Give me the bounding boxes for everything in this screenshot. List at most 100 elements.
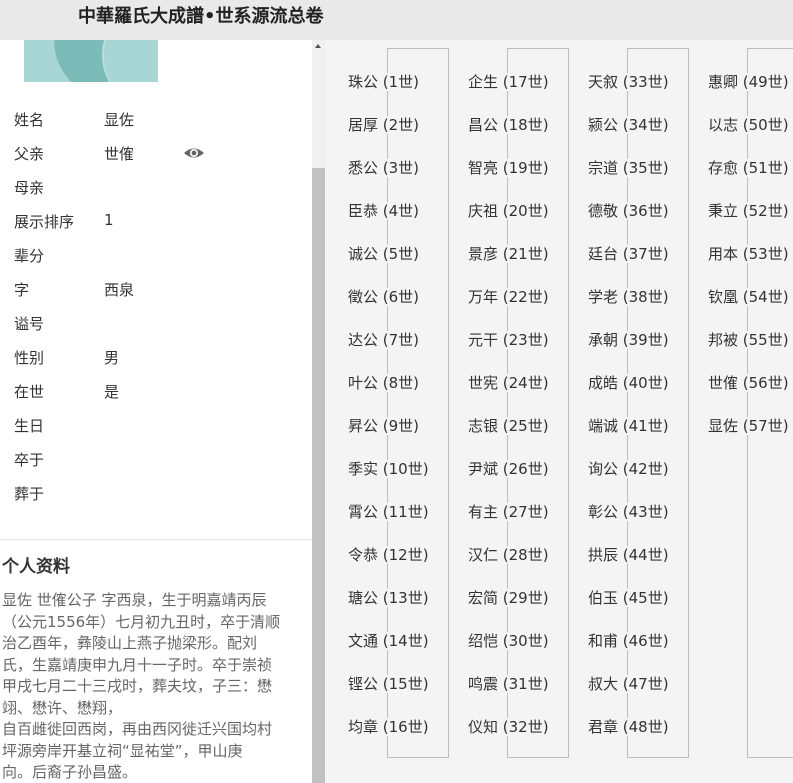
generation-link[interactable]: 宗道 (35世): [587, 157, 670, 178]
generation-label: 景彦 (21世): [467, 245, 550, 263]
field-label: 谥号: [14, 315, 45, 333]
field-label: 字: [14, 281, 30, 299]
generation-link[interactable]: 和甫 (46世): [587, 630, 670, 651]
field-value: 是: [104, 383, 120, 401]
generation-link[interactable]: 成皓 (40世): [587, 372, 670, 393]
generation-link[interactable]: 景彦 (21世): [467, 243, 550, 264]
bio-line: 向。后裔子孙昌盛。: [2, 763, 138, 781]
generation-label: 宗道 (35世): [587, 159, 670, 177]
generation-link[interactable]: 均章 (16世): [347, 716, 430, 737]
scroll-up-arrow-icon[interactable]: [315, 44, 321, 48]
lineage-column-frame: [747, 48, 793, 758]
generation-label: 君章 (48世): [587, 718, 670, 736]
bio-line: 氏，生嘉靖庚申九月十一子时。卒于崇祯: [2, 655, 273, 674]
divider: [0, 539, 312, 540]
generation-link[interactable]: 端诚 (41世): [587, 415, 670, 436]
scroll-thumb[interactable]: [312, 168, 325, 783]
generation-link[interactable]: 昌公 (18世): [467, 114, 550, 135]
generation-link[interactable]: 以志 (50世): [707, 114, 790, 135]
generation-link[interactable]: 君章 (48世): [587, 716, 670, 737]
generation-link[interactable]: 悉公 (3世): [347, 157, 421, 178]
generation-link[interactable]: 智亮 (19世): [467, 157, 550, 178]
generation-link[interactable]: 珠公 (1世): [347, 71, 421, 92]
lineage-column-frame: [507, 48, 569, 758]
profile-field-row: 葬于: [14, 483, 304, 511]
generation-link[interactable]: 彰公 (43世): [587, 501, 670, 522]
generation-label: 庆祖 (20世): [467, 202, 550, 220]
generation-link[interactable]: 文通 (14世): [347, 630, 430, 651]
generation-link[interactable]: 存愈 (51世): [707, 157, 790, 178]
generation-label: 用本 (53世): [707, 245, 790, 263]
generation-label: 季实 (10世): [347, 460, 430, 478]
generation-link[interactable]: 秉立 (52世): [707, 200, 790, 221]
generation-label: 邦被 (55世): [707, 331, 790, 349]
generation-link[interactable]: 令恭 (12世): [347, 544, 430, 565]
generation-link[interactable]: 达公 (7世): [347, 329, 421, 350]
field-label: 父亲: [14, 145, 45, 163]
generation-link[interactable]: 臣恭 (4世): [347, 200, 421, 221]
generation-link[interactable]: 元干 (23世): [467, 329, 550, 350]
generation-link[interactable]: 昇公 (9世): [347, 415, 421, 436]
generation-label: 世宪 (24世): [467, 374, 550, 392]
generation-link[interactable]: 绍恺 (30世): [467, 630, 550, 651]
generation-label: 企生 (17世): [467, 73, 550, 91]
avatar: [24, 40, 158, 82]
scrollbar[interactable]: [312, 40, 325, 783]
generation-label: 万年 (22世): [467, 288, 550, 306]
profile-field-row: 卒于: [14, 449, 304, 477]
generation-label: 诚公 (5世): [347, 245, 421, 263]
generation-link[interactable]: 汉仁 (28世): [467, 544, 550, 565]
generation-label: 存愈 (51世): [707, 159, 790, 177]
generation-link[interactable]: 铿公 (15世): [347, 673, 430, 694]
generation-link[interactable]: 诚公 (5世): [347, 243, 421, 264]
generation-link[interactable]: 宏简 (29世): [467, 587, 550, 608]
generation-link[interactable]: 邦被 (55世): [707, 329, 790, 350]
generation-link[interactable]: 有主 (27世): [467, 501, 550, 522]
generation-link[interactable]: 拱辰 (44世): [587, 544, 670, 565]
generation-link[interactable]: 叔大 (47世): [587, 673, 670, 694]
generation-link[interactable]: 季实 (10世): [347, 458, 430, 479]
generation-link[interactable]: 尹斌 (26世): [467, 458, 550, 479]
generation-link[interactable]: 霄公 (11世): [347, 501, 430, 522]
generation-link[interactable]: 伯玉 (45世): [587, 587, 670, 608]
generation-link[interactable]: 世宪 (24世): [467, 372, 550, 393]
generation-link[interactable]: 世傕 (56世): [707, 372, 790, 393]
generation-label: 霄公 (11世): [347, 503, 430, 521]
generation-link[interactable]: 显佐 (57世): [707, 415, 790, 436]
generation-label: 智亮 (19世): [467, 159, 550, 177]
generation-link[interactable]: 钦凰 (54世): [707, 286, 790, 307]
generation-link[interactable]: 用本 (53世): [707, 243, 790, 264]
generation-link[interactable]: 仪知 (32世): [467, 716, 550, 737]
generation-link[interactable]: 学老 (38世): [587, 286, 670, 307]
generation-label: 徵公 (6世): [347, 288, 421, 306]
generation-link[interactable]: 志银 (25世): [467, 415, 550, 436]
generation-link[interactable]: 徵公 (6世): [347, 286, 421, 307]
profile-panel: 姓名 显佐 父亲 世傕 母亲 展示排序 1 辈分字西泉 谥号 性别男在世是生日 卒于 葬于 个人资料 …: [0, 40, 312, 783]
generation-label: 廷台 (37世): [587, 245, 670, 263]
eye-icon[interactable]: [183, 145, 205, 161]
generation-label: 和甫 (46世): [587, 632, 670, 650]
generation-link[interactable]: 瑭公 (13世): [347, 587, 430, 608]
generation-link[interactable]: 德敬 (36世): [587, 200, 670, 221]
generation-link[interactable]: 万年 (22世): [467, 286, 550, 307]
generation-label: 承朝 (39世): [587, 331, 670, 349]
bio-line: （公元1556年）七月初九丑时，卒于清顺: [2, 612, 281, 631]
generation-link[interactable]: 询公 (42世): [587, 458, 670, 479]
generation-label: 拱辰 (44世): [587, 546, 670, 564]
generation-label: 汉仁 (28世): [467, 546, 550, 564]
generation-link[interactable]: 承朝 (39世): [587, 329, 670, 350]
lineage-column-frame: [387, 48, 449, 758]
generation-label: 志银 (25世): [467, 417, 550, 435]
generation-link[interactable]: 企生 (17世): [467, 71, 550, 92]
generation-label: 成皓 (40世): [587, 374, 670, 392]
generation-link[interactable]: 庆祖 (20世): [467, 200, 550, 221]
generation-link[interactable]: 叶公 (8世): [347, 372, 421, 393]
generation-link[interactable]: 居厚 (2世): [347, 114, 421, 135]
generation-link[interactable]: 廷台 (37世): [587, 243, 670, 264]
generation-link[interactable]: 颍公 (34世): [587, 114, 670, 135]
profile-field-row: 生日: [14, 415, 304, 443]
generation-link[interactable]: 鸣震 (31世): [467, 673, 550, 694]
generation-link[interactable]: 天叙 (33世): [587, 71, 670, 92]
generation-link[interactable]: 惠卿 (49世): [707, 71, 790, 92]
generation-label: 宏简 (29世): [467, 589, 550, 607]
